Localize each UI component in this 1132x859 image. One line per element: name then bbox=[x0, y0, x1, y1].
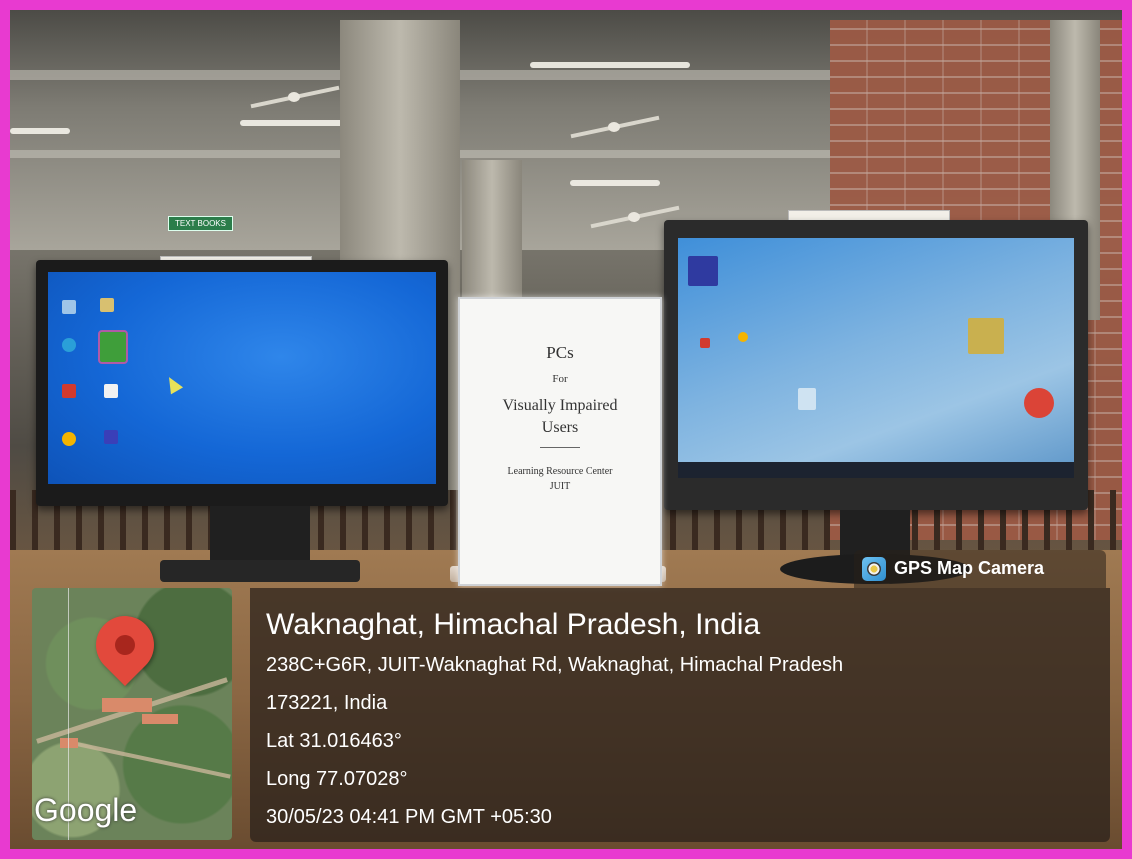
map-building bbox=[102, 698, 152, 712]
location-map-thumbnail: Google bbox=[32, 588, 232, 840]
chrome-icon bbox=[62, 432, 76, 446]
desktop-app-icon bbox=[700, 338, 710, 348]
location-info-panel: Waknaghat, Himachal Pradesh, India 238C+… bbox=[250, 588, 1110, 842]
left-monitor-screen bbox=[48, 272, 436, 484]
recycle-bin-icon bbox=[798, 388, 816, 410]
tent-card-title: PCs bbox=[546, 343, 574, 362]
ceiling-fan bbox=[250, 90, 340, 104]
monitor-base bbox=[160, 560, 360, 582]
gps-camera-app-icon bbox=[862, 557, 886, 581]
zoomtext-icon bbox=[98, 330, 128, 364]
ceiling-light bbox=[570, 180, 660, 186]
map-pin-icon bbox=[83, 603, 167, 687]
address-line-1: 238C+G6R, JUIT-Waknaghat Rd, Waknaghat, … bbox=[266, 654, 844, 676]
desktop-app-icon bbox=[62, 384, 76, 398]
nvda-icon bbox=[688, 256, 718, 286]
chrome-icon bbox=[1024, 388, 1054, 418]
right-monitor bbox=[664, 220, 1088, 510]
desktop-app-icon bbox=[100, 298, 114, 312]
divider bbox=[540, 447, 580, 448]
tent-card-text: JUIT bbox=[549, 481, 571, 492]
map-provider-logo: Google bbox=[34, 792, 138, 828]
longitude: Long 77.07028° bbox=[266, 768, 408, 790]
monitor-bezel bbox=[36, 484, 448, 506]
tent-card-text: Visually Impaired bbox=[502, 397, 618, 414]
gps-camera-badge: GPS Map Camera bbox=[854, 550, 1106, 588]
tent-card-text: Users bbox=[541, 419, 579, 436]
text-books-sign: TEXT BOOKS bbox=[168, 216, 233, 231]
place-title: Waknaghat, Himachal Pradesh, India bbox=[266, 608, 761, 641]
right-monitor-screen bbox=[678, 238, 1074, 478]
recycle-bin-icon bbox=[62, 300, 76, 314]
taskbar bbox=[678, 462, 1074, 478]
tent-card-text: For bbox=[552, 373, 568, 385]
monitor-stand bbox=[210, 506, 310, 566]
desktop-app-icon bbox=[738, 332, 748, 342]
mouse-cursor-icon bbox=[162, 373, 184, 395]
gps-camera-app-name: GPS Map Camera bbox=[894, 558, 1045, 578]
ceiling-light bbox=[10, 128, 70, 134]
ceiling-light bbox=[530, 62, 690, 68]
address-line-2: 173221, India bbox=[266, 692, 388, 714]
desktop-app-icon bbox=[104, 384, 118, 398]
tent-card: PCs For Visually Impaired Users Learning… bbox=[458, 297, 662, 586]
map-building bbox=[60, 738, 78, 748]
left-monitor bbox=[36, 260, 448, 506]
tent-card-text: Learning Resource Center bbox=[507, 466, 613, 477]
desktop-app-icon bbox=[968, 318, 1004, 354]
timestamp: 30/05/23 04:41 PM GMT +05:30 bbox=[266, 806, 552, 828]
nvda-icon bbox=[104, 430, 118, 444]
photo: TEXT BOOKS PCs For Visually Impaired Use… bbox=[10, 10, 1122, 849]
latitude: Lat 31.016463° bbox=[266, 730, 402, 752]
ceiling-fan bbox=[570, 120, 660, 134]
concrete-pillar bbox=[462, 160, 522, 310]
map-road bbox=[73, 741, 231, 779]
map-building bbox=[142, 714, 178, 724]
ceiling-light bbox=[240, 120, 350, 126]
edge-icon bbox=[62, 338, 76, 352]
